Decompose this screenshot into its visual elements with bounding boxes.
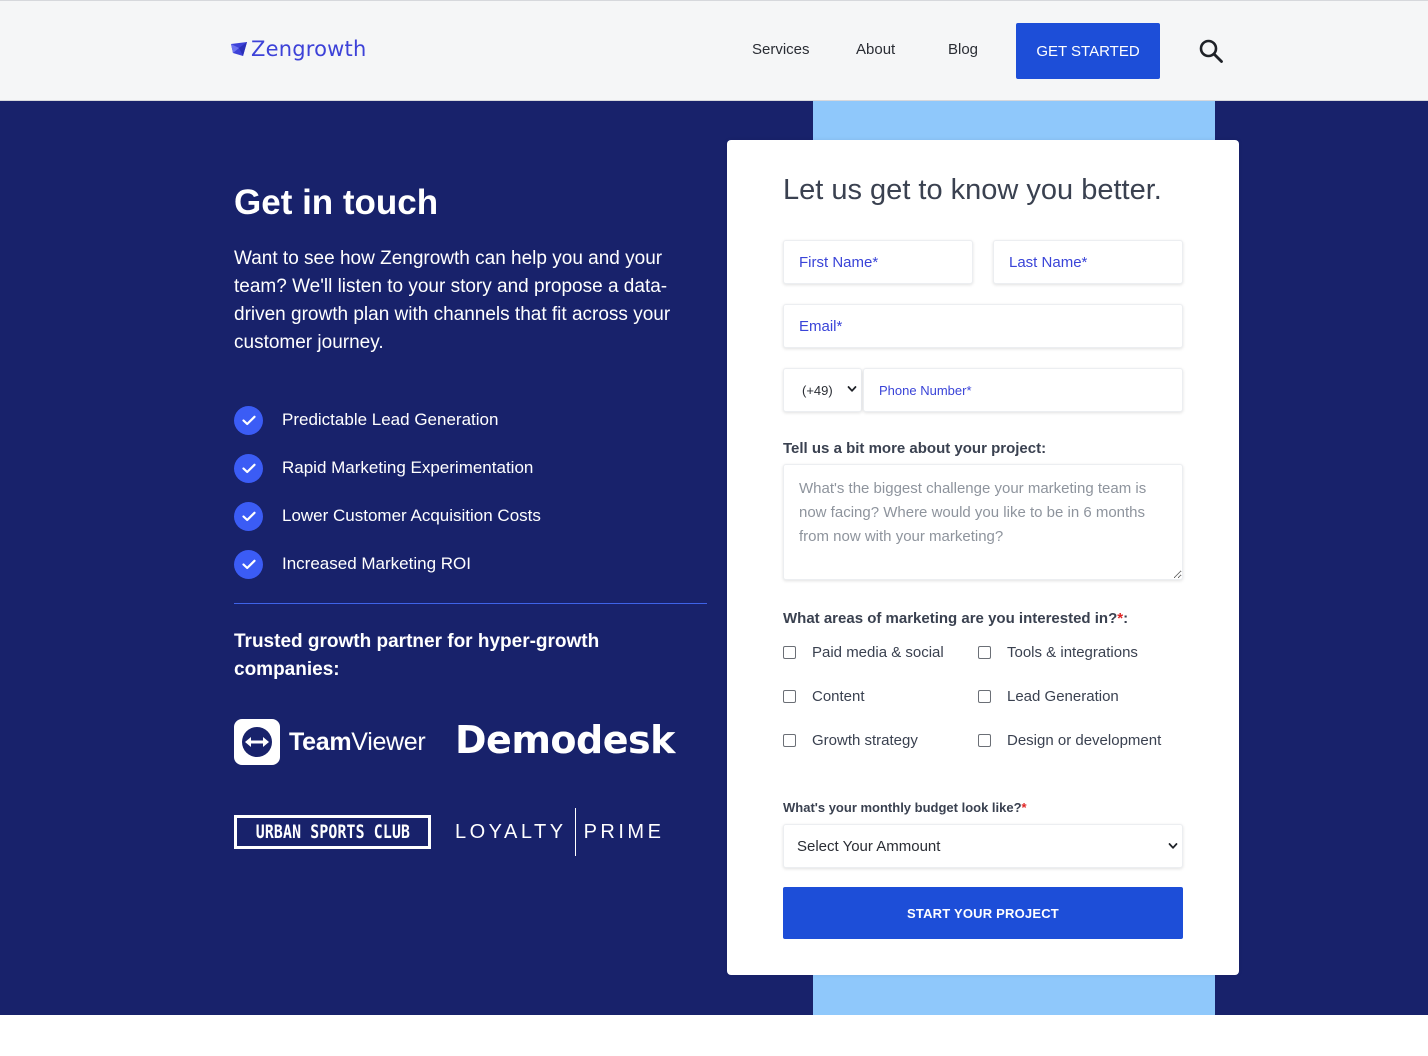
loyalty-wordmark: LOYALTY	[455, 820, 567, 843]
checkbox-design-development[interactable]: Design or development	[978, 732, 1161, 749]
benefit-item: Rapid Marketing Experimentation	[234, 444, 541, 492]
project-description-textarea[interactable]	[783, 464, 1183, 580]
check-icon	[234, 453, 263, 483]
checkbox-tools[interactable]: Tools & integrations	[978, 644, 1138, 661]
nav-about[interactable]: About	[856, 41, 895, 58]
zengrowth-logo-icon	[231, 42, 247, 56]
benefit-label: Predictable Lead Generation	[282, 410, 499, 429]
email-input[interactable]	[783, 304, 1183, 348]
marketing-areas-label: What areas of marketing are you interest…	[783, 610, 1129, 627]
project-label: Tell us a bit more about your project:	[783, 440, 1047, 457]
site-header: Zengrowth Services About Blog GET STARTE…	[0, 0, 1428, 101]
check-icon	[234, 501, 263, 531]
checkbox-content[interactable]: Content	[783, 688, 865, 705]
budget-label: What's your monthly budget look like?*	[783, 800, 1027, 815]
checkbox-label: Content	[812, 688, 865, 705]
section-divider	[234, 603, 707, 604]
partners-title: Trusted growth partner for hyper-growth …	[234, 631, 600, 680]
intro-text: Want to see how Zengrowth can help you a…	[234, 248, 671, 353]
checkbox-lead-generation[interactable]: Lead Generation	[978, 688, 1119, 705]
logo-text: Zengrowth	[251, 37, 367, 61]
logo-separator	[574, 808, 576, 856]
tools-checkbox[interactable]	[978, 646, 991, 659]
contact-form-card: Let us get to know you better. (+49) Tel…	[727, 140, 1239, 975]
checkbox-label: Paid media & social	[812, 644, 944, 661]
checkbox-growth-strategy[interactable]: Growth strategy	[783, 732, 918, 749]
growth-strategy-checkbox[interactable]	[783, 734, 796, 747]
start-project-button[interactable]: START YOUR PROJECT	[783, 887, 1183, 939]
country-code-select[interactable]: (+49)	[783, 368, 862, 412]
lead-generation-checkbox[interactable]	[978, 690, 991, 703]
benefits-list: Predictable Lead Generation Rapid Market…	[234, 396, 541, 588]
search-icon[interactable]	[1198, 38, 1224, 64]
benefit-label: Lower Customer Acquisition Costs	[282, 506, 541, 525]
benefit-item: Lower Customer Acquisition Costs	[234, 492, 541, 540]
checkbox-paid-media[interactable]: Paid media & social	[783, 644, 944, 661]
get-started-button[interactable]: GET STARTED	[1016, 23, 1160, 79]
phone-number-input[interactable]	[863, 368, 1183, 412]
design-development-checkbox[interactable]	[978, 734, 991, 747]
zengrowth-logo[interactable]: Zengrowth	[230, 37, 367, 61]
benefit-item: Predictable Lead Generation	[234, 396, 541, 444]
checkbox-label: Tools & integrations	[1007, 644, 1138, 661]
prime-wordmark: PRIME	[583, 820, 665, 843]
checkbox-label: Design or development	[1007, 732, 1162, 749]
form-title: Let us get to know you better.	[783, 174, 1162, 206]
last-name-input[interactable]	[993, 240, 1183, 284]
page-bottom-strip	[0, 1015, 1428, 1056]
budget-select[interactable]: Select Your Ammount	[783, 824, 1183, 868]
checkbox-label: Growth strategy	[812, 732, 918, 749]
check-icon	[234, 549, 263, 579]
teamviewer-logo-icon	[234, 719, 280, 765]
benefit-label: Increased Marketing ROI	[282, 554, 471, 573]
demodesk-logo: Demodesk	[455, 718, 675, 762]
nav-blog[interactable]: Blog	[948, 41, 978, 58]
benefit-label: Rapid Marketing Experimentation	[282, 458, 534, 477]
page-title: Get in touch	[234, 183, 439, 222]
first-name-input[interactable]	[783, 240, 973, 284]
teamviewer-logo: TeamViewer	[234, 719, 426, 765]
benefit-item: Increased Marketing ROI	[234, 540, 541, 588]
check-icon	[234, 405, 263, 435]
content-checkbox[interactable]	[783, 690, 796, 703]
teamviewer-wordmark: TeamViewer	[289, 727, 426, 756]
urban-sports-club-wordmark: URBAN SPORTS CLUB	[255, 821, 410, 843]
checkbox-label: Lead Generation	[1007, 688, 1119, 705]
loyalty-prime-logo: LOYALTY PRIME	[455, 808, 664, 856]
paid-media-checkbox[interactable]	[783, 646, 796, 659]
urban-sports-club-logo: URBAN SPORTS CLUB	[234, 815, 431, 849]
nav-services[interactable]: Services	[752, 41, 810, 58]
